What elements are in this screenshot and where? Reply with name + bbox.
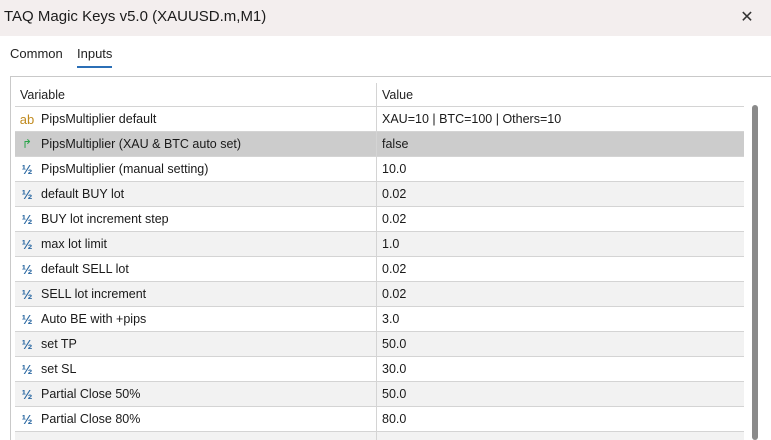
variable-cell: ½Partial Close 80% [15,407,377,431]
double-type-icon: ½ [16,287,38,302]
title-bar: TAQ Magic Keys v5.0 (XAUUSD.m,M1) ✕ [0,0,771,36]
variable-cell: abPipsMultiplier default [15,107,377,131]
value-cell[interactable]: 0.02 [377,257,744,281]
double-type-icon: ½ [16,387,38,402]
table-row[interactable]: ½Auto BE with +pips3.0 [15,307,744,332]
double-type-icon: ½ [16,412,38,427]
variable-label: Partial Close 80% [41,412,140,426]
string-type-icon: ab [16,112,38,127]
value-cell[interactable]: 3.0 [377,307,744,331]
tab-bar: Common Inputs [0,36,771,70]
value-cell[interactable]: 10.0 [377,157,744,181]
table-row[interactable]: ½max lot limit1.0 [15,232,744,257]
table-row[interactable]: ½set TP50.0 [15,332,744,357]
table-row[interactable]: ↱PipsMultiplier (XAU & BTC auto set)fals… [15,132,744,157]
variable-cell: ½Partial Close 50% [15,382,377,406]
variable-label: default SELL lot [41,262,129,276]
value-cell[interactable]: 0.02 [377,182,744,206]
window-title: TAQ Magic Keys v5.0 (XAUUSD.m,M1) [4,8,266,25]
value-cell[interactable]: 0.02 [377,207,744,231]
variable-cell: ½SELL lot increment [15,282,377,306]
table-row[interactable]: ½default SELL lot0.02 [15,257,744,282]
value-cell[interactable]: false [377,132,744,156]
value-cell[interactable]: 30.0 [377,357,744,381]
double-type-icon: ½ [16,162,38,177]
variable-cell: ½PipsMultiplier (manual setting) [15,157,377,181]
variable-label: PipsMultiplier (manual setting) [41,162,208,176]
value-cell[interactable]: 50.0 [377,332,744,356]
table-row[interactable]: ½Partial Close 50%50.0 [15,382,744,407]
bool-type-icon: ↱ [16,137,38,151]
column-header-value[interactable]: Value [377,83,744,106]
variable-label: SELL lot increment [41,287,146,301]
variable-label: Partial Close 50% [41,387,140,401]
table-row[interactable]: ½set SL30.0 [15,357,744,382]
table-row[interactable]: ½Partial Close 80%80.0 [15,407,744,432]
variable-cell: ↱PipsMultiplier (XAU & BTC auto set) [15,132,377,156]
double-type-icon: ½ [16,187,38,202]
double-type-icon: ½ [16,337,38,352]
double-type-icon: ½ [16,237,38,252]
double-type-icon: ½ [16,262,38,277]
variable-label: set SL [41,362,76,376]
double-type-icon: ½ [16,362,38,377]
variable-cell: ½set TP [15,332,377,356]
double-type-icon: ½ [16,312,38,327]
table-row[interactable]: ½BUY lot increment step0.02 [15,207,744,232]
table-row[interactable]: ½SELL lot increment0.02 [15,282,744,307]
variable-cell: ½BUY lot increment step [15,207,377,231]
value-cell[interactable]: 80.0 [377,407,744,431]
variable-label: max lot limit [41,237,107,251]
variable-cell: ½default SELL lot [15,257,377,281]
close-icon[interactable]: ✕ [723,0,771,34]
inputs-table: Variable Value abPipsMultiplier defaultX… [15,83,744,440]
tab-common[interactable]: Common [10,46,63,61]
variable-label: set TP [41,337,77,351]
variable-label: Auto BE with +pips [41,312,146,326]
double-type-icon: ½ [16,212,38,227]
table-row[interactable]: abPipsMultiplier defaultXAU=10 | BTC=100… [15,107,744,132]
column-header-variable[interactable]: Variable [15,83,377,106]
variable-cell: ½default BUY lot [15,182,377,206]
table-row[interactable]: ½default BUY lot0.02 [15,182,744,207]
value-cell[interactable]: 50.0 [377,382,744,406]
variable-label: PipsMultiplier (XAU & BTC auto set) [41,137,241,151]
variable-cell: ½set SL [15,357,377,381]
variable-cell: ½max lot limit [15,232,377,256]
vertical-scrollbar[interactable] [752,105,758,440]
variable-label: PipsMultiplier default [41,112,156,126]
value-cell[interactable]: XAU=10 | BTC=100 | Others=10 [377,107,744,131]
table-header: Variable Value [15,83,744,107]
double-type-icon: ½ [16,437,38,440]
variable-cell: ½Auto BE with +pips [15,307,377,331]
value-cell[interactable]: 0.02 [377,282,744,306]
table-row[interactable]: ½PipsMultiplier (manual setting)10.0 [15,157,744,182]
tab-inputs[interactable]: Inputs [77,46,112,61]
value-cell[interactable]: 1.0 [377,232,744,256]
variable-label: BUY lot increment step [41,212,169,226]
variable-label: default BUY lot [41,187,124,201]
inputs-panel: Variable Value abPipsMultiplier defaultX… [10,76,771,440]
